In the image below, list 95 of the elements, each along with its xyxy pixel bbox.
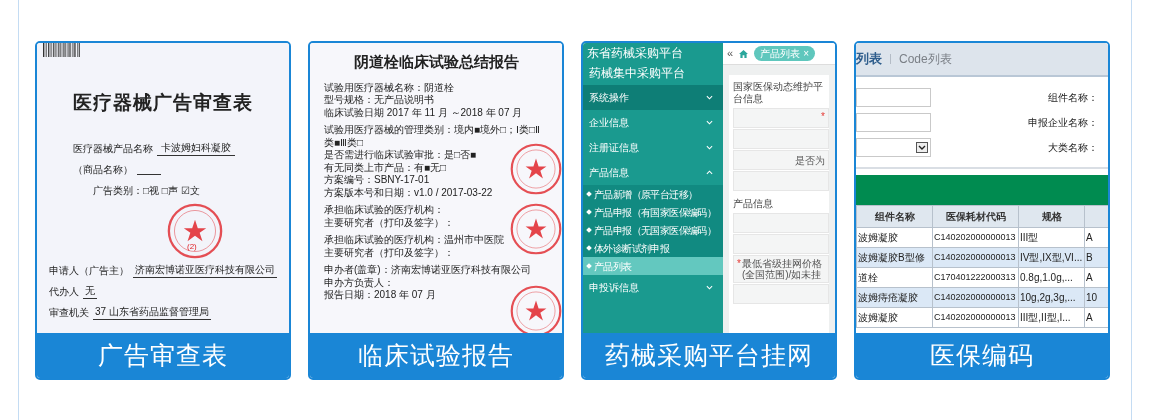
table-cell: 道栓: [856, 267, 933, 288]
table-cell: 0.8g,1.0g,...: [1018, 267, 1085, 288]
select-field[interactable]: [856, 137, 931, 157]
table-cell: IV型,IX型,VI...: [1018, 247, 1085, 268]
bullet-icon: [586, 227, 592, 233]
dropdown-icon[interactable]: [916, 141, 928, 153]
document-line: 型号规格：无产品说明书: [324, 94, 435, 107]
collapse-button[interactable]: «: [727, 48, 734, 59]
chevron-down-icon: [706, 285, 713, 290]
bullet-icon: [586, 191, 592, 197]
document-title: 阴道栓临床试验总结报告: [352, 52, 520, 72]
blank-line: [137, 173, 161, 175]
table-cell: III型,II型,I...: [1018, 307, 1085, 328]
brand-title: 东省药械采购平台: [586, 45, 684, 62]
page-tab[interactable]: 产品列表 ×: [754, 46, 815, 61]
table-cell: C140202000000013: [932, 247, 1019, 268]
document-line: 申办者(盖章)：济南宏博诺亚医疗科技有限公司: [324, 264, 532, 277]
filter-label: 申报企业名称：: [1028, 115, 1098, 130]
tab[interactable]: 列表: [856, 49, 882, 69]
table-cell: C140202000000013: [932, 287, 1019, 308]
document-line: 申办方负责人：: [324, 276, 395, 289]
document-line: 试验用医疗器械的管理类别：境内■境外□；Ⅰ类□Ⅱ类■Ⅲ类□: [324, 124, 542, 149]
card-caption: 广告审查表: [98, 339, 228, 371]
table-cell: 10g,2g,3g,...: [1018, 287, 1085, 308]
chevron-up-icon: [706, 170, 713, 175]
chevron-down-icon: [706, 120, 713, 125]
table-cell: C140202000000013: [932, 307, 1019, 328]
table-cell: 波姆凝胶B型修: [856, 247, 933, 268]
chevron-down-icon: [706, 95, 713, 100]
submenu-item[interactable]: 产品申报（有国家医保编码）: [583, 203, 723, 221]
field-label: （商品名称）: [73, 162, 133, 177]
menu-item[interactable]: 系统操作: [583, 85, 723, 110]
stamp-drawing: [167, 203, 223, 259]
field-label: 代办人: [49, 284, 79, 299]
document-line: 有无同类上市产品：有■无□: [324, 161, 448, 174]
table-cell: 波姆痔疮凝胶: [856, 287, 933, 308]
document-line: 承担临床试验的医疗机构：: [324, 204, 445, 217]
stamp-drawing: [510, 285, 562, 333]
field-label: 最低省级挂网价格(全国范围)/如未挂: [741, 257, 823, 282]
input-field[interactable]: [856, 87, 931, 107]
table-cell: III型: [1018, 227, 1085, 248]
column-header: [1084, 205, 1108, 228]
submenu-item[interactable]: 产品列表: [583, 257, 723, 275]
bullet-icon: [586, 209, 592, 215]
card-caption: 临床试验报告: [358, 339, 514, 371]
home-icon[interactable]: [739, 49, 749, 58]
column-header: 医保耗材代码: [932, 205, 1019, 228]
document-line: 是否需进行临床试验审批：是□否■: [324, 149, 478, 162]
submenu-item[interactable]: 产品申报（无国家医保编码）: [583, 221, 723, 239]
submenu-item[interactable]: 体外诊断试剂申报: [583, 239, 723, 257]
ad-category: 广告类别：□视 □声 ☑文: [92, 183, 201, 198]
field-label: 申请人（广告主）: [49, 263, 129, 278]
document-line: 主要研究者（打印及签字）：: [324, 216, 455, 229]
section-heading: 国家医保动态维护平台信息: [733, 80, 824, 106]
table-cell: 波姆凝胶: [856, 227, 933, 248]
field-value: 济南宏博诺亚医疗科技有限公司: [133, 261, 277, 278]
document-line: 方案版本号和日期：v1.0 / 2017-03-22: [324, 186, 494, 199]
section-heading: 产品信息: [733, 197, 774, 211]
stamp-number: (2): [187, 241, 197, 253]
document-title: 医疗器械广告审查表: [72, 91, 254, 115]
close-icon[interactable]: ×: [803, 46, 809, 61]
field-label: 是否为: [795, 153, 825, 168]
field-value: 37 山东省药品监督管理局: [93, 303, 211, 320]
filter-label: 组件名称：: [1048, 90, 1098, 105]
table-cell: C140202000000013: [932, 227, 1019, 248]
submenu-item[interactable]: 产品新增（原平台迁移）: [583, 185, 723, 203]
brand-title: 药械集中采购平台: [588, 65, 686, 82]
input-field[interactable]: [856, 112, 931, 132]
bullet-icon: [586, 263, 592, 269]
bullet-icon: [586, 245, 592, 251]
required-marker: *: [737, 258, 741, 269]
document-line: 主要研究者（打印及签字）：: [324, 246, 455, 259]
field-value: 无: [83, 282, 97, 299]
document-line: 承担临床试验的医疗机构：温州市中医院: [324, 234, 505, 247]
column-header: 组件名称: [856, 205, 933, 228]
stamp-drawing: [510, 143, 562, 195]
field-label: 医疗器械产品名称: [73, 141, 153, 156]
required-marker: *: [821, 111, 825, 122]
table-cell: C170401222000313: [932, 267, 1019, 288]
card-caption: 药械采购平台挂网: [605, 339, 813, 371]
field-value: 卡波姆妇科凝胶: [157, 139, 235, 156]
table-cell: 波姆凝胶: [856, 307, 933, 328]
chevron-down-icon: [706, 145, 713, 150]
tab[interactable]: Code列表: [899, 50, 952, 68]
field-label: 审查机关: [49, 305, 89, 320]
column-header: 规格: [1018, 205, 1085, 228]
barcode-icon: [43, 43, 81, 57]
document-line: 临床试验日期 2017 年 11 月 ～2018 年 07 月: [324, 106, 524, 119]
document-line: 方案编号：SBNY-17-01: [324, 174, 431, 187]
document-line: 试验用医疗器械名称：阴道栓: [324, 81, 455, 94]
document-line: 报告日期：2018 年 07 月: [324, 289, 437, 302]
filter-label: 大类名称：: [1048, 140, 1098, 155]
stamp-drawing: [510, 203, 562, 255]
card-caption: 医保编码: [930, 339, 1034, 371]
tab-label: 产品列表: [760, 47, 801, 61]
